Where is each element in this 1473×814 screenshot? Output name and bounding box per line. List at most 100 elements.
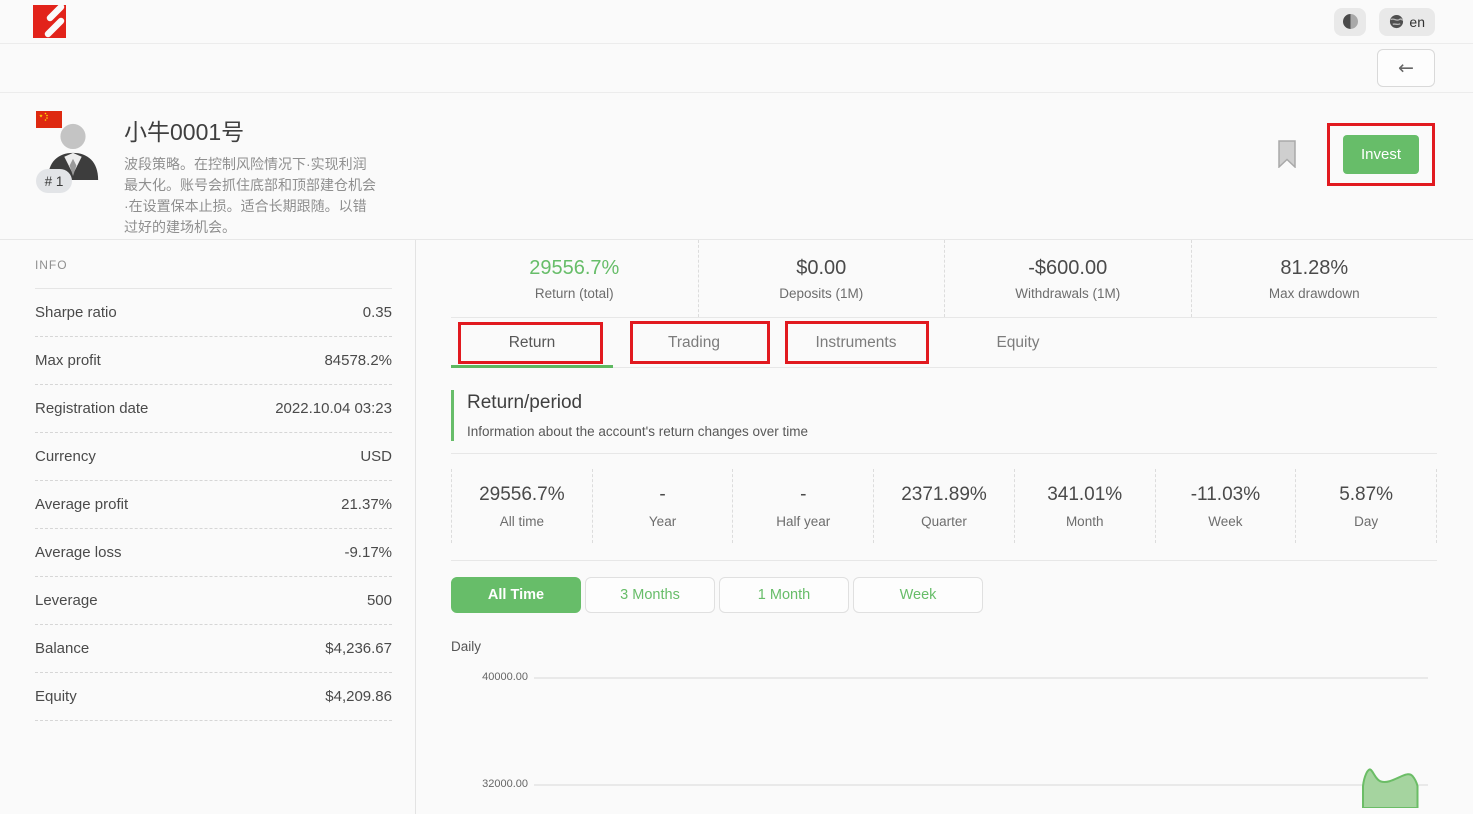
- theme-toggle-button[interactable]: [1334, 8, 1366, 36]
- period-value: -: [659, 484, 665, 506]
- info-panel: INFO Sharpe ratio 0.35 Max profit 84578.…: [0, 240, 415, 814]
- active-tab-underline: [451, 365, 613, 368]
- info-value: 84578.2%: [324, 352, 392, 369]
- period-label: Day: [1354, 514, 1378, 529]
- globe-icon: [1389, 14, 1404, 29]
- back-arrow-icon: ←: [1398, 57, 1414, 79]
- tab-return[interactable]: Return: [451, 318, 613, 367]
- tab-instruments[interactable]: Instruments: [775, 318, 937, 367]
- equity-curve-partial: [1361, 764, 1421, 808]
- stat-withdrawals: -$600.00 Withdrawals (1M): [944, 240, 1191, 317]
- stat-value: 29556.7%: [529, 257, 619, 280]
- info-row-leverage: Leverage 500: [35, 577, 392, 625]
- stat-value: 81.28%: [1280, 257, 1348, 280]
- period-value: -: [800, 484, 806, 506]
- language-button[interactable]: en: [1379, 8, 1435, 36]
- period-value: 29556.7%: [479, 484, 565, 506]
- info-value: $4,209.86: [325, 688, 392, 705]
- period-year: - Year: [592, 469, 733, 543]
- trader-name: 小牛0001号: [124, 113, 378, 147]
- period-value: -11.03%: [1191, 484, 1260, 506]
- info-row-registration-date: Registration date 2022.10.04 03:23: [35, 385, 392, 433]
- stat-label: Return (total): [535, 286, 614, 301]
- roboforex-logo: [33, 5, 70, 45]
- period-label: Year: [649, 514, 676, 529]
- filter-1-month[interactable]: 1 Month: [719, 577, 849, 613]
- info-value: -9.17%: [344, 544, 392, 561]
- info-value: 2022.10.04 03:23: [275, 400, 392, 417]
- back-button[interactable]: ←: [1377, 49, 1435, 87]
- return-chart: 40000.00 32000.00: [451, 654, 1437, 806]
- info-row-max-profit: Max profit 84578.2%: [35, 337, 392, 385]
- info-row-average-profit: Average profit 21.37%: [35, 481, 392, 529]
- info-row-currency: Currency USD: [35, 433, 392, 481]
- info-label: Average profit: [35, 496, 128, 513]
- summary-stats-row: 29556.7% Return (total) $0.00 Deposits (…: [451, 240, 1437, 318]
- tab-bar: Return Trading Instruments Equity: [451, 318, 1437, 368]
- language-label: en: [1409, 14, 1425, 30]
- info-row-average-loss: Average loss -9.17%: [35, 529, 392, 577]
- period-all-time: 29556.7% All time: [451, 469, 592, 543]
- info-value: $4,236.67: [325, 640, 392, 657]
- tab-equity[interactable]: Equity: [937, 318, 1099, 367]
- avatar: # 1: [36, 111, 108, 203]
- period-label: All time: [500, 514, 544, 529]
- period-half-year: - Half year: [732, 469, 873, 543]
- info-row-sharpe-ratio: Sharpe ratio 0.35: [35, 289, 392, 337]
- rank-badge: # 1: [36, 169, 72, 193]
- gridline: [534, 677, 1428, 679]
- info-label: Average loss: [35, 544, 121, 561]
- filter-all-time[interactable]: All Time: [451, 577, 581, 613]
- period-value: 2371.89%: [901, 484, 987, 506]
- period-quarter: 2371.89% Quarter: [873, 469, 1014, 543]
- period-label: Week: [1208, 514, 1242, 529]
- info-row-equity: Equity $4,209.86: [35, 673, 392, 721]
- tab-label: Instruments: [816, 334, 897, 352]
- filter-week[interactable]: Week: [853, 577, 983, 613]
- section-title: Return/period: [467, 392, 1437, 414]
- stat-label: Max drawdown: [1269, 286, 1360, 301]
- stat-label: Withdrawals (1M): [1015, 286, 1120, 301]
- stat-value: $0.00: [796, 257, 846, 280]
- tab-trading[interactable]: Trading: [613, 318, 775, 367]
- info-value: USD: [360, 448, 392, 465]
- return-period-section-header: Return/period Information about the acco…: [451, 390, 1437, 441]
- info-label: Equity: [35, 688, 77, 705]
- chart-frequency-label: Daily: [451, 639, 1437, 654]
- stat-deposits: $0.00 Deposits (1M): [698, 240, 945, 317]
- bookmark-button[interactable]: [1277, 140, 1297, 171]
- main-content: 29556.7% Return (total) $0.00 Deposits (…: [415, 240, 1473, 814]
- invest-annotation-box: Invest: [1327, 123, 1435, 186]
- period-label: Month: [1066, 514, 1104, 529]
- stat-max-drawdown: 81.28% Max drawdown: [1191, 240, 1438, 317]
- period-stats-row: 29556.7% All time - Year - Half year 237…: [451, 453, 1437, 561]
- stat-label: Deposits (1M): [779, 286, 863, 301]
- period-label: Half year: [776, 514, 830, 529]
- trader-description: 波段策略。在控制风险情况下·实现利润最大化。账号会抓住底部和顶部建仓机会·在设置…: [124, 154, 378, 238]
- period-month: 341.01% Month: [1014, 469, 1155, 543]
- filter-3-months[interactable]: 3 Months: [585, 577, 715, 613]
- bookmark-icon: [1277, 140, 1297, 168]
- range-filter-group: All Time 3 Months 1 Month Week: [451, 577, 1437, 613]
- info-label: Currency: [35, 448, 96, 465]
- theme-contrast-icon: [1343, 14, 1358, 29]
- period-week: -11.03% Week: [1155, 469, 1296, 543]
- invest-button[interactable]: Invest: [1343, 135, 1419, 174]
- stat-return-total: 29556.7% Return (total): [451, 240, 698, 317]
- tab-label: Trading: [668, 334, 720, 352]
- secondary-bar: ←: [0, 44, 1473, 93]
- section-subtitle: Information about the account's return c…: [467, 424, 1437, 439]
- tab-label: Equity: [996, 334, 1039, 352]
- period-value: 5.87%: [1339, 484, 1393, 506]
- info-value: 0.35: [363, 304, 392, 321]
- info-label: Leverage: [35, 592, 98, 609]
- info-value: 500: [367, 592, 392, 609]
- period-day: 5.87% Day: [1295, 469, 1436, 543]
- period-value: 341.01%: [1047, 484, 1122, 506]
- info-label: Registration date: [35, 400, 148, 417]
- trader-profile-header: # 1 小牛0001号 波段策略。在控制风险情况下·实现利润最大化。账号会抓住底…: [0, 93, 1473, 240]
- stat-value: -$600.00: [1028, 257, 1107, 280]
- period-label: Quarter: [921, 514, 967, 529]
- gridline: [534, 784, 1428, 786]
- info-row-balance: Balance $4,236.67: [35, 625, 392, 673]
